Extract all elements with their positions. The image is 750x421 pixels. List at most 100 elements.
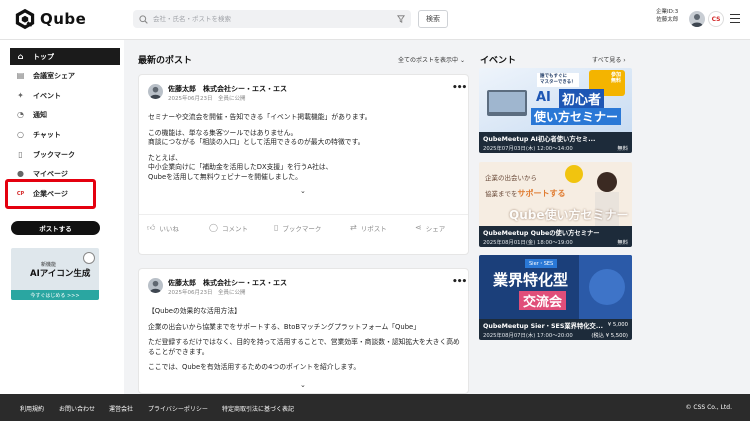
event-image-badge: 参加 無料 [610,72,621,84]
post-author-name[interactable]: 佐藤太郎 株式会社シー・エス・エス [168,84,287,94]
like-button[interactable]: 👍︎ いいね [147,223,179,233]
event-date: 2025年08月07日(木) 17:00～20:00 [483,333,573,339]
expand-chevron-icon[interactable]: ⌄ [300,381,306,389]
post-author-name[interactable]: 佐藤太郎 株式会社シー・エス・エス [168,278,287,288]
avatar-person-icon [691,14,703,27]
user-avatar[interactable] [689,11,705,27]
post-card[interactable]: 佐藤太郎 株式会社シー・エス・エス 2025年06月23日 全員に公開 ••• … [138,268,469,394]
event-date: 2025年08月01日(金) 18:00～19:00 [483,240,573,246]
post-author-avatar[interactable] [148,278,163,293]
event-price: 無料 [617,240,628,246]
search-icon [139,14,148,24]
avatar-person-icon [149,280,162,293]
sidebar-item-label: 会議室シェア [33,71,75,80]
share-label: シェア [425,224,446,233]
event-image-headline: 初心者 [559,89,605,108]
event-info: QubeMeetup Sier・SES業界特化交... 2025年08月07日(… [479,319,632,340]
chevron-right-icon: › [623,57,626,64]
expand-chevron-icon[interactable]: ⌄ [300,187,306,195]
more-options-icon[interactable]: ••• [452,83,467,93]
promo-title: AIアイコン生成 [30,269,91,279]
search-bar[interactable] [133,10,411,28]
post-button[interactable]: ポストする [11,221,100,235]
events-see-all-link[interactable]: すべて見る › [592,55,626,64]
post-author-avatar[interactable] [148,84,163,99]
sidebar-item-notification[interactable]: ◔ 通知 [10,106,120,123]
event-image-line2-text: 協業までを [485,190,518,198]
post-card[interactable]: 佐藤太郎 株式会社シー・エス・エス 2025年06月23日 全員に公開 ••• … [138,74,469,255]
hamburger-menu-icon[interactable] [730,14,740,23]
event-card[interactable]: Sier・SES 業界特化型 交流会 QubeMeetup Sier・SES業界… [479,255,632,340]
event-image-small-text: Sier・SES [525,259,558,268]
search-button[interactable]: 検索 [418,10,448,28]
chevron-down-icon: ⌄ [459,57,465,64]
events-section-title: イベント [480,56,517,66]
sidebar-item-label: ブックマーク [33,150,75,159]
sidebar-item-top[interactable]: ⌂ トップ [10,48,120,65]
footer-link-commerce-act[interactable]: 特定商取引法に基づく表記 [222,404,294,413]
comment-button[interactable]: ◯ コメント [209,223,248,233]
promo-start-button[interactable]: 今すぐはじめる >>> [11,290,99,300]
event-title[interactable]: QubeMeetup Sier・SES業界特化交... [483,321,603,330]
footer-link-contact[interactable]: お問い合わせ [59,404,95,413]
sidebar-item-event[interactable]: ✦ イベント [10,87,120,104]
post-body: セミナーや交流会を開催・告知できる「イベント掲載機能」があります。 この機能は、… [148,113,460,189]
sidebar-item-label: チャット [33,130,61,139]
share-icon: ⋖ [415,223,422,232]
see-all-label: すべて見る [592,57,622,64]
comment-icon: ◯ [209,223,218,232]
event-price-tax: (税込 ¥ 5,500) [591,333,628,339]
event-date: 2025年07月03日(木) 12:00～14:00 [483,146,573,152]
filter-icon[interactable] [397,15,405,23]
sidebar-item-label: トップ [33,52,54,61]
post-actions: 👍︎ いいね ◯ コメント ▯ ブックマーク ⇄ リポスト ⋖ シェア [139,214,468,240]
bell-icon: ◔ [17,110,24,119]
like-label: いいね [159,224,179,233]
mascot-icon [83,252,95,264]
sidebar-item-bookmark[interactable]: ▯ ブックマーク [10,146,120,163]
user-name: 佐藤太郎 [656,17,679,23]
company-badge[interactable]: CS [708,11,724,27]
event-card[interactable]: 誰でもすぐに マスターできる！ 参加 無料 AI 初心者 使い方セミナー Qub… [479,68,632,153]
avatar-person-icon [149,86,162,99]
bookmark-icon: ▯ [274,223,279,232]
footer-link-terms[interactable]: 利用規約 [20,404,44,413]
highlight-annotation [5,179,96,209]
bookmark-button[interactable]: ▯ ブックマーク [274,223,321,233]
post-filter-label: 全てのポストを表示中 [398,57,459,64]
event-title[interactable]: QubeMeetup Qubeの使い方セミナー [483,228,600,237]
event-image-accent: サポートする [517,189,566,198]
logo-text: Qube [40,10,87,28]
event-image-line2: 協業までをサポートする [485,188,566,199]
post-filter-dropdown[interactable]: 全てのポストを表示中 ⌄ [398,55,465,64]
repost-button[interactable]: ⇄ リポスト [350,223,387,233]
sidebar-item-chat[interactable]: ○ チャット [10,126,120,143]
event-card[interactable]: 企業の出会いから 協業までをサポートする Qube使い方セミナー QubeMee… [479,162,632,247]
logo[interactable]: Qube [14,8,86,30]
footer-link-company[interactable]: 運営会社 [109,404,133,413]
post-paragraph: 企業の出会いから協業までをサポートする、BtoBマッチングプラットフォーム「Qu… [148,322,420,331]
thumbs-up-icon: 👍︎ [147,222,156,232]
footer-link-privacy[interactable]: プライバシーポリシー [148,404,208,413]
event-image-line3: Qube使い方セミナー [509,208,629,222]
more-options-icon[interactable]: ••• [452,277,467,287]
sidebar-item-meeting-room[interactable]: ▤ 会議室シェア [10,67,120,84]
event-info: QubeMeetup Qubeの使い方セミナー 2025年08月01日(金) 1… [479,226,632,247]
share-button[interactable]: ⋖ シェア [415,223,445,233]
sidebar: ⌂ トップ ▤ 会議室シェア ✦ イベント ◔ 通知 ○ チャット ▯ ブックマ… [0,40,124,394]
event-image-subhead: 交流会 [519,291,567,310]
post-paragraph: 【Qubeの効果的な活用方法】 [148,307,241,315]
post-meta: 2025年06月23日 全員に公開 [168,290,246,296]
ai-icon-promo-banner[interactable]: 新機能 AIアイコン生成 今すぐはじめる >>> [11,248,99,300]
event-image-ai: AI [536,90,551,105]
posts-section-title: 最新のポスト [138,56,193,66]
sidebar-item-label: 通知 [33,110,47,119]
event-title[interactable]: QubeMeetup AI初心者使い方セミ... [483,134,595,143]
company-id: 企業ID:3 [656,9,679,15]
user-icon: ● [17,169,24,178]
event-image-small-text: 誰でもすぐに マスターできる！ [537,73,579,87]
search-input[interactable] [153,15,397,23]
event-image-headline: 業界特化型 [493,271,569,289]
post-paragraph: ただ登録するだけではなく、目的を持って活用することで、営業効率・商談数・認知拡大… [148,338,460,356]
event-image-line1: 企業の出会いから [485,174,537,182]
